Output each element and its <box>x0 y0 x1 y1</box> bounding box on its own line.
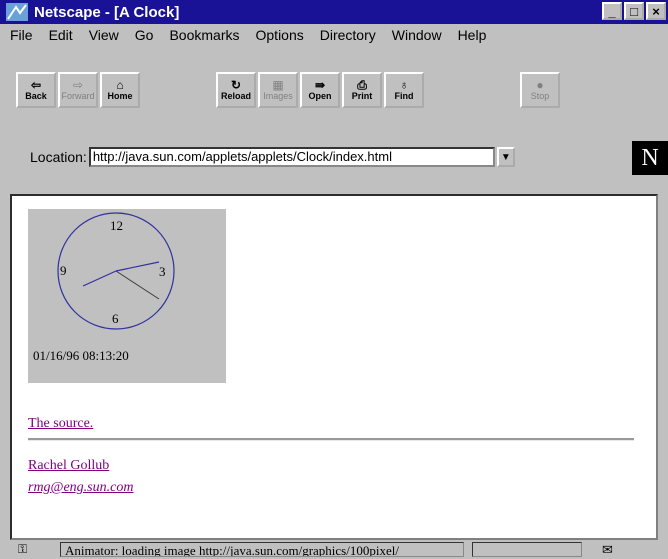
images-icon: ▦ <box>272 78 284 92</box>
home-icon: ⌂ <box>116 78 124 92</box>
security-key-icon: ⚿ <box>18 542 28 556</box>
netscape-app-icon <box>6 3 28 21</box>
clock-numeral-6: 6 <box>112 311 119 326</box>
location-bar: Location: http://java.sun.com/applets/ap… <box>0 143 668 171</box>
menu-window[interactable]: Window <box>392 27 442 43</box>
stop-button[interactable]: ● Stop <box>520 72 560 108</box>
menu-go[interactable]: Go <box>135 27 154 43</box>
open-label: Open <box>308 91 332 101</box>
menu-bar: File Edit View Go Bookmarks Options Dire… <box>0 24 668 46</box>
page-content: 12 3 6 9 01/16/96 08:13:20 The source. R… <box>10 194 658 540</box>
location-label: Location: <box>30 149 87 165</box>
chevron-down-icon: ▼ <box>500 151 511 163</box>
images-label: Images <box>263 91 293 101</box>
printer-icon: ⎙ <box>357 78 367 92</box>
stop-icon: ● <box>536 78 544 92</box>
forward-arrow-icon: ⇨ <box>72 78 84 92</box>
status-text: Animator: loading image http://java.sun.… <box>60 542 464 557</box>
binoculars-icon: ♁ <box>399 78 409 92</box>
back-label: Back <box>25 91 47 101</box>
menu-file[interactable]: File <box>10 27 33 43</box>
email-link[interactable]: rmg@eng.sun.com <box>28 480 133 496</box>
images-button[interactable]: ▦ Images <box>258 72 298 108</box>
maximize-button[interactable]: □ <box>624 2 644 20</box>
location-input[interactable]: http://java.sun.com/applets/applets/Cloc… <box>88 147 495 167</box>
home-label: Home <box>107 91 133 101</box>
open-icon: ⇛ <box>314 78 326 92</box>
menu-edit[interactable]: Edit <box>49 27 73 43</box>
menu-view[interactable]: View <box>89 27 119 43</box>
open-button[interactable]: ⇛ Open <box>300 72 340 108</box>
author-link[interactable]: Rachel Gollub <box>28 458 109 474</box>
clock-numeral-12: 12 <box>110 218 123 233</box>
home-button[interactable]: ⌂ Home <box>100 72 140 108</box>
clock-hour-hand <box>82 270 117 287</box>
find-label: Find <box>394 91 414 101</box>
clock-applet: 12 3 6 9 01/16/96 08:13:20 <box>28 209 226 383</box>
browser-window: Netscape - [A Clock] _ □ × File Edit Vie… <box>0 0 668 559</box>
reload-button[interactable]: ↻ Reload <box>216 72 256 108</box>
title-bar: Netscape - [A Clock] _ □ × <box>0 0 668 24</box>
forward-button[interactable]: ⇨ Forward <box>58 72 98 108</box>
find-button[interactable]: ♁ Find <box>384 72 424 108</box>
source-link[interactable]: The source. <box>28 416 93 432</box>
stop-label: Stop <box>530 91 550 101</box>
menu-help[interactable]: Help <box>458 27 487 43</box>
horizontal-divider <box>28 438 634 441</box>
back-button[interactable]: ⇦ Back <box>16 72 56 108</box>
forward-label: Forward <box>61 91 95 101</box>
close-button[interactable]: × <box>646 2 666 20</box>
print-label: Print <box>351 91 373 101</box>
clock-datetime: 01/16/96 08:13:20 <box>33 348 129 363</box>
mail-icon[interactable]: ✉ <box>602 542 613 558</box>
progress-bar <box>472 542 582 557</box>
clock-second-hand <box>115 270 160 300</box>
clock-numeral-3: 3 <box>159 264 166 279</box>
menu-directory[interactable]: Directory <box>320 27 376 43</box>
print-button[interactable]: ⎙ Print <box>342 72 382 108</box>
status-bar: ⚿ Animator: loading image http://java.su… <box>0 540 668 559</box>
minimize-button[interactable]: _ <box>602 2 622 20</box>
reload-label: Reload <box>220 91 251 101</box>
window-title: Netscape - [A Clock] <box>34 3 180 21</box>
reload-icon: ↻ <box>230 78 242 92</box>
menu-options[interactable]: Options <box>256 27 304 43</box>
location-dropdown-button[interactable]: ▼ <box>496 147 515 167</box>
clock-numeral-9: 9 <box>60 263 67 278</box>
back-arrow-icon: ⇦ <box>30 78 42 92</box>
clock-minute-hand <box>115 261 160 272</box>
toolbar: ⇦ Back ⇨ Forward ⌂ Home ↻ Reload ▦ Image… <box>0 48 668 128</box>
netscape-logo[interactable]: N <box>632 141 668 175</box>
menu-bookmarks[interactable]: Bookmarks <box>169 27 239 43</box>
